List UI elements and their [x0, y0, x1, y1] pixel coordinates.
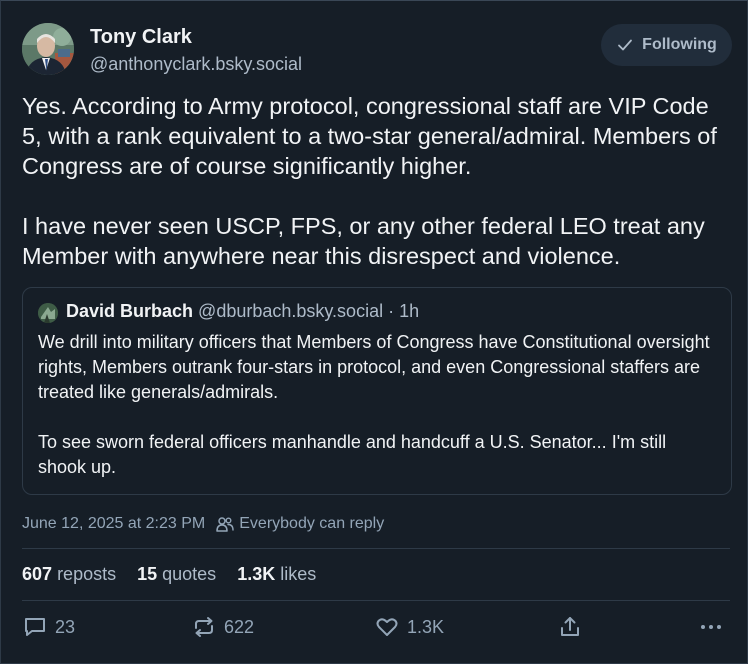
post-body-text: Yes. According to Army protocol, congres…: [22, 93, 717, 269]
likes-count: 1.3K: [237, 564, 276, 584]
quotes-stat[interactable]: 15 quotes: [137, 564, 216, 585]
people-icon: [216, 517, 234, 532]
quoted-author-name[interactable]: David Burbach: [66, 301, 193, 321]
author-avatar-image: [22, 23, 74, 75]
stats-bottom-divider: [22, 600, 730, 601]
quotes-count: 15: [137, 564, 158, 584]
reposts-stat[interactable]: 607 reposts: [22, 564, 116, 585]
quoted-author-avatar[interactable]: [38, 303, 58, 323]
reposts-label: reposts: [57, 564, 117, 584]
more-options-button[interactable]: [698, 614, 724, 640]
repost-button[interactable]: 622: [191, 614, 254, 640]
engagement-stats: 607 reposts 15 quotes 1.3K likes: [22, 564, 316, 585]
reply-setting[interactable]: Everybody can reply: [216, 515, 384, 533]
like-count: 1.3K: [407, 616, 445, 637]
reply-button[interactable]: 23: [22, 614, 75, 640]
quoted-post-text: We drill into military officers that Mem…: [38, 332, 710, 477]
share-button[interactable]: [557, 614, 583, 640]
checkmark-icon: [618, 39, 633, 51]
quoted-header: David Burbach @dburbach.bsky.social · 1h: [66, 301, 419, 322]
repost-icon: [195, 617, 213, 637]
reply-setting-label: Everybody can reply: [239, 515, 385, 532]
likes-stat[interactable]: 1.3K likes: [237, 564, 316, 585]
reply-icon: [25, 618, 45, 636]
more-icon: [701, 625, 721, 629]
following-button[interactable]: Following: [601, 24, 732, 66]
repost-count: 622: [224, 616, 255, 637]
author-avatar[interactable]: [22, 23, 74, 75]
author-handle[interactable]: @anthonyclark.bsky.social: [90, 54, 302, 75]
reply-count: 23: [55, 616, 76, 637]
post-meta: June 12, 2025 at 2:23 PM Everybody can r…: [22, 515, 384, 533]
following-label: Following: [642, 36, 717, 53]
likes-label: likes: [280, 564, 317, 584]
heart-icon: [376, 618, 398, 636]
share-icon: [561, 617, 579, 636]
quoted-post[interactable]: David Burbach @dburbach.bsky.social · 1h…: [22, 287, 732, 495]
reposts-count: 607: [22, 564, 53, 584]
quoted-post-time: · 1h: [388, 301, 420, 321]
stats-top-divider: [22, 548, 730, 549]
like-button[interactable]: 1.3K: [374, 614, 444, 640]
quoted-author-handle[interactable]: @dburbach.bsky.social: [198, 301, 383, 321]
author-display-name[interactable]: Tony Clark: [90, 26, 192, 49]
post-actions-bar: 23 622 1.3K: [0, 614, 748, 648]
quotes-label: quotes: [162, 564, 217, 584]
quoted-avatar-image: [38, 303, 58, 323]
post-timestamp[interactable]: June 12, 2025 at 2:23 PM: [22, 515, 205, 533]
